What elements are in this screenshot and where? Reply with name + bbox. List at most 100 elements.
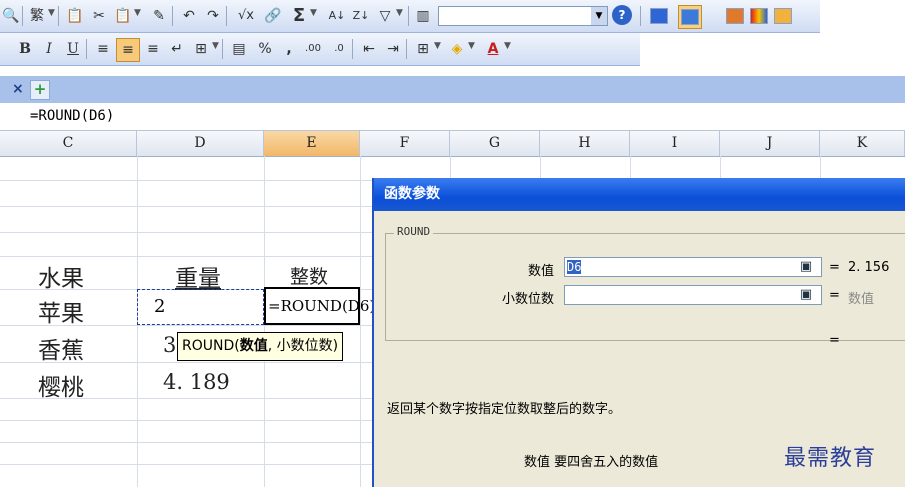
- borders-icon[interactable]: ⊞: [412, 38, 434, 60]
- increase-indent-icon[interactable]: ⇥: [382, 38, 404, 60]
- function-tooltip: ROUND(数值, 小数位数): [177, 332, 344, 361]
- tooltip-next-arg[interactable]: 小数位数): [277, 338, 338, 354]
- collapse-dialog-icon[interactable]: ▣: [796, 286, 816, 304]
- arg1-equals: =: [829, 260, 840, 275]
- decrease-indent-icon[interactable]: ⇤: [358, 38, 380, 60]
- wizard-icon[interactable]: [772, 5, 794, 27]
- chevron-down-icon[interactable]: ▼: [591, 7, 607, 25]
- arg2-input[interactable]: [564, 285, 822, 305]
- cell-c5[interactable]: 水果: [38, 259, 84, 293]
- formula-bar[interactable]: =ROUND(D6): [0, 104, 905, 131]
- arg1-result: 2. 156: [848, 260, 890, 275]
- column-header-i[interactable]: I: [630, 131, 720, 156]
- comma-style-button[interactable]: ,: [278, 38, 300, 60]
- color-icon[interactable]: [748, 5, 770, 27]
- toolbar-separator: [406, 39, 407, 59]
- help-icon[interactable]: ?: [612, 5, 632, 25]
- arg2-equals: =: [829, 288, 840, 303]
- wrap-text-icon[interactable]: ↵: [166, 38, 188, 60]
- column-header-f[interactable]: F: [360, 131, 450, 156]
- copy-icon[interactable]: 📋: [64, 5, 86, 27]
- active-cell-e6[interactable]: =ROUND(D6): [264, 287, 375, 325]
- underline-button[interactable]: U: [62, 38, 84, 60]
- group-label: ROUND: [394, 225, 434, 238]
- italic-button[interactable]: I: [38, 38, 60, 60]
- fill-color-icon[interactable]: ◈: [446, 38, 468, 60]
- cell-c8[interactable]: 樱桃: [38, 368, 84, 402]
- sort-descending-icon[interactable]: Z↓: [350, 5, 372, 27]
- add-tab-icon[interactable]: +: [30, 80, 50, 100]
- column-header-h[interactable]: H: [540, 131, 630, 156]
- merge-cells-icon[interactable]: ⊞: [190, 38, 212, 60]
- align-left-icon[interactable]: ≡: [92, 38, 114, 60]
- toolbar-separator: [352, 39, 353, 59]
- argument-description: 数值 要四舍五入的数值: [524, 455, 659, 470]
- toolbar-separator: [58, 6, 59, 26]
- cell-d6-value: 2: [154, 296, 166, 317]
- format-painter-icon[interactable]: ✎: [148, 5, 170, 27]
- collapse-dialog-icon[interactable]: ▣: [796, 258, 816, 276]
- toolbar-separator: [86, 39, 87, 59]
- cell-c7[interactable]: 香蕉: [38, 331, 84, 365]
- cell-e5[interactable]: 整数: [290, 262, 328, 289]
- spelling-icon[interactable]: 繁: [26, 5, 48, 27]
- autosum-button[interactable]: Σ: [288, 5, 310, 27]
- chevron-down-icon[interactable]: ▼: [212, 41, 219, 51]
- percent-button[interactable]: %: [254, 38, 276, 60]
- column-header-k[interactable]: K: [820, 131, 905, 156]
- column-header-j[interactable]: J: [720, 131, 820, 156]
- close-tab-icon[interactable]: ×: [12, 82, 26, 96]
- paste-icon[interactable]: 📋: [112, 5, 134, 27]
- chevron-down-icon[interactable]: ▼: [48, 8, 55, 18]
- increase-decimal-icon[interactable]: .00: [302, 38, 324, 60]
- chevron-down-icon[interactable]: ▼: [134, 8, 141, 18]
- filter-icon[interactable]: ▽: [374, 5, 396, 27]
- column-headers: C D E F G H I J K: [0, 131, 905, 157]
- chevron-down-icon[interactable]: ▼: [310, 8, 317, 18]
- tooltip-current-arg[interactable]: 数值: [240, 338, 268, 354]
- align-right-icon[interactable]: ≡: [142, 38, 164, 60]
- column-header-g[interactable]: G: [450, 131, 540, 156]
- workbook-tab-bar: [0, 76, 905, 103]
- column-header-d[interactable]: D: [137, 131, 264, 156]
- function-description: 返回某个数字按指定位数取整后的数字。: [387, 402, 622, 417]
- result-equals: =: [829, 333, 840, 348]
- cell-d8[interactable]: 4. 189: [163, 370, 230, 394]
- cell-c6[interactable]: 苹果: [38, 294, 84, 328]
- watermark-text: 最需教育: [784, 446, 877, 471]
- bold-button[interactable]: B: [14, 38, 36, 60]
- cut-icon[interactable]: ✂: [88, 5, 110, 27]
- chart-icon[interactable]: ▥: [412, 5, 434, 27]
- dialog-title[interactable]: 函数参数: [374, 178, 905, 211]
- sort-ascending-icon[interactable]: A↓: [326, 5, 348, 27]
- formula-input[interactable]: =ROUND(D6): [30, 108, 114, 124]
- form-icon[interactable]: [648, 5, 670, 27]
- layout-icon[interactable]: [678, 5, 702, 29]
- cell-d5[interactable]: 重量: [175, 259, 221, 293]
- font-color-icon[interactable]: A: [482, 38, 504, 60]
- hyperlink-icon[interactable]: 🔗: [262, 5, 284, 27]
- arg1-value: D6: [567, 260, 582, 274]
- chevron-down-icon[interactable]: ▼: [504, 41, 511, 51]
- image-icon[interactable]: [724, 5, 746, 27]
- chevron-down-icon[interactable]: ▼: [434, 41, 441, 51]
- chevron-down-icon[interactable]: ▼: [468, 41, 475, 51]
- decrease-decimal-icon[interactable]: .0: [328, 38, 350, 60]
- preview-icon[interactable]: 🔍: [0, 5, 22, 27]
- column-header-c[interactable]: C: [0, 131, 137, 156]
- cell-d6-reference[interactable]: 2: [137, 289, 264, 325]
- arg1-input[interactable]: D6: [564, 257, 822, 277]
- chevron-down-icon[interactable]: ▼: [396, 8, 403, 18]
- currency-icon[interactable]: ▤: [228, 38, 250, 60]
- redo-icon[interactable]: ↷: [202, 5, 224, 27]
- undo-icon[interactable]: ↶: [178, 5, 200, 27]
- toolbar-separator: [408, 6, 409, 26]
- column-header-e[interactable]: E: [264, 131, 360, 156]
- formatting-toolbar: B I U ≡ ≡ ≡ ↵ ⊞ ▼ ▤ % , .00 .0 ⇤ ⇥ ⊞ ▼ ◈…: [0, 33, 640, 66]
- sqrt-icon[interactable]: √x: [232, 5, 260, 27]
- cell-d7[interactable]: 3: [163, 333, 176, 357]
- zoom-combobox[interactable]: ▼: [438, 6, 608, 26]
- align-center-icon[interactable]: ≡: [116, 38, 140, 62]
- standard-toolbar: 🔍 繁 ▼ 📋 ✂ 📋 ▼ ✎ ↶ ↷ √x 🔗 Σ ▼ A↓ Z↓ ▽ ▼ ▥…: [0, 0, 820, 33]
- tooltip-function-name: ROUND: [182, 338, 235, 354]
